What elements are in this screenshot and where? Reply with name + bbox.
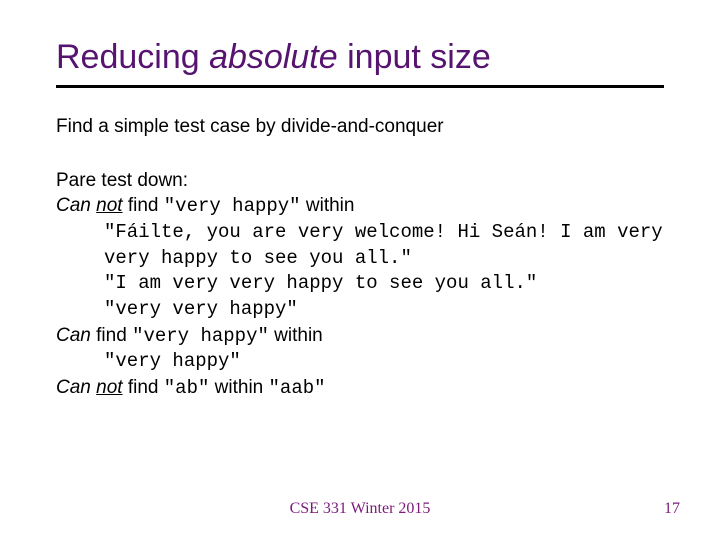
slide-body: Find a simple test case by divide-and-co…	[56, 114, 664, 401]
code: "very happy"	[132, 325, 269, 347]
txt: within	[269, 325, 323, 346]
txt: Can	[56, 195, 96, 216]
txt: find	[123, 377, 164, 398]
txt-italic: Can	[56, 325, 91, 346]
can-line: Can find "very happy" within	[56, 323, 664, 350]
txt: find	[91, 325, 132, 346]
quoted-string-2: "I am very very happy to see you all."	[56, 271, 664, 297]
code: "very happy"	[164, 195, 301, 217]
title-rule	[56, 85, 664, 88]
page-number: 17	[664, 500, 680, 518]
code: "ab"	[164, 377, 210, 399]
intro-line: Find a simple test case by divide-and-co…	[56, 114, 664, 140]
title-part2: input size	[338, 38, 491, 76]
txt: within	[209, 377, 268, 398]
quoted-string-4: "very happy"	[56, 349, 664, 375]
cannot-line-1: Can not find "very happy" within	[56, 193, 664, 220]
pare-block: Pare test down: Can not find "very happy…	[56, 168, 664, 402]
footer-course: CSE 331 Winter 2015	[0, 500, 720, 518]
code: "aab"	[269, 377, 326, 399]
slide-title: Reducing absolute input size	[56, 38, 664, 77]
quoted-string-1: "Fáilte, you are very welcome! Hi Seán! …	[56, 220, 664, 271]
txt-underline: not	[96, 377, 122, 398]
pare-label: Pare test down:	[56, 168, 664, 194]
title-absolute: absolute	[209, 38, 338, 76]
txt: within	[301, 195, 355, 216]
title-part1: Reducing	[56, 38, 209, 76]
slide: Reducing absolute input size Find a simp…	[0, 0, 720, 540]
quoted-string-3: "very very happy"	[56, 297, 664, 323]
cannot-line-2: Can not find "ab" within "aab"	[56, 375, 664, 402]
txt-underline: not	[96, 195, 122, 216]
txt: Can	[56, 377, 96, 398]
txt: find	[123, 195, 164, 216]
